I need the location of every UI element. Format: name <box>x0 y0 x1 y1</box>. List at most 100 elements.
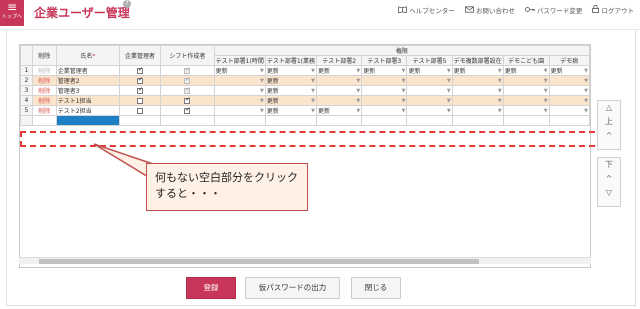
permission-select[interactable]: ▼ <box>406 95 453 106</box>
company-admin-checkbox[interactable] <box>137 67 143 74</box>
permission-select[interactable]: ▼ <box>316 85 363 96</box>
company-admin-checkbox[interactable] <box>137 87 143 94</box>
company-admin-checkbox[interactable] <box>137 97 144 104</box>
permission-select[interactable]: 更新 ▼ <box>264 95 318 106</box>
permission-dropdown[interactable]: 更新 ▼ <box>216 67 264 75</box>
permission-dropdown[interactable]: ▼ <box>216 78 264 84</box>
company-admin-checkbox[interactable] <box>137 77 143 84</box>
permission-select[interactable]: ▼ <box>502 105 550 116</box>
permission-select[interactable]: ▼ <box>451 75 504 86</box>
permission-dropdown[interactable]: ▼ <box>408 108 451 114</box>
permission-select[interactable]: ▼ <box>361 85 408 96</box>
delete-link[interactable]: 削除 <box>31 95 57 106</box>
company-admin-cell[interactable] <box>118 65 162 76</box>
permission-dropdown[interactable]: 更新 ▼ <box>318 107 360 115</box>
permission-dropdown[interactable]: 更新 ▼ <box>267 97 315 105</box>
permission-select[interactable]: ▼ <box>406 85 453 96</box>
permission-select[interactable]: ▼ <box>502 85 550 96</box>
permission-select[interactable]: ▼ <box>213 85 266 96</box>
name-cell[interactable]: 管理者3 <box>55 85 120 96</box>
permission-dropdown[interactable]: ▼ <box>318 78 360 84</box>
new-row[interactable] <box>20 115 590 126</box>
scroll-up-button[interactable]: △ 上 ^ <box>597 100 621 150</box>
permission-select[interactable]: ▼ <box>451 95 504 106</box>
permission-dropdown[interactable]: 更新 ▼ <box>363 67 405 75</box>
change-password-link[interactable]: パスワード変更 <box>524 5 582 15</box>
permission-dropdown[interactable]: ▼ <box>454 98 502 104</box>
permission-select[interactable]: ▼ <box>502 75 550 86</box>
name-cell[interactable]: テスト2担当 <box>55 105 120 116</box>
table-row[interactable]: 1削除企業管理者更新▼更新▼更新▼更新▼更新▼更新▼更新▼更新▼ <box>20 65 590 76</box>
table-row[interactable]: 2削除管理者2▼更新▼▼▼▼▼▼▼ <box>20 75 590 86</box>
permission-select[interactable]: 更新 ▼ <box>264 75 318 86</box>
permission-select[interactable]: 更新 ▼ <box>361 65 408 76</box>
permission-dropdown[interactable]: 更新 ▼ <box>551 67 588 75</box>
permission-dropdown[interactable]: ▼ <box>551 88 588 94</box>
scroll-down-button[interactable]: 下 ^ ▽ <box>597 157 621 207</box>
permission-dropdown[interactable]: ▼ <box>363 108 406 114</box>
permission-dropdown[interactable]: ▼ <box>318 88 360 94</box>
permission-dropdown[interactable]: ▼ <box>505 108 548 114</box>
permission-select[interactable]: ▼ <box>361 95 408 106</box>
new-name-cell[interactable] <box>55 115 120 126</box>
table-row[interactable]: 3削除管理者3▼更新▼▼▼▼▼▼▼ <box>20 85 590 96</box>
help-icon[interactable]: ? <box>123 0 131 8</box>
register-button[interactable]: 登録 <box>186 277 236 299</box>
new-dept-cell[interactable] <box>264 115 318 126</box>
shift-creator-cell[interactable] <box>160 105 215 116</box>
permission-select[interactable]: 更新 ▼ <box>502 65 550 76</box>
permission-dropdown[interactable]: ▼ <box>216 98 264 104</box>
permission-dropdown[interactable]: ▼ <box>216 88 264 94</box>
horizontal-scrollbar[interactable] <box>19 257 591 264</box>
permission-dropdown[interactable]: 更新 ▼ <box>318 67 360 75</box>
permission-select[interactable]: ▼ <box>213 75 266 86</box>
delete-link[interactable]: 削除 <box>31 75 57 86</box>
permission-select[interactable]: ▼ <box>406 75 453 86</box>
permission-dropdown[interactable]: ▼ <box>551 98 588 104</box>
company-admin-cell[interactable] <box>118 85 162 96</box>
permission-dropdown[interactable]: ▼ <box>363 78 406 84</box>
shift-creator-checkbox[interactable] <box>184 97 190 104</box>
permission-dropdown[interactable]: ▼ <box>551 78 588 84</box>
table-row[interactable]: 4削除テスト1担当▼更新▼▼▼▼▼▼▼ <box>20 95 590 106</box>
permission-select[interactable]: 更新 ▼ <box>264 85 318 96</box>
permission-select[interactable]: ▼ <box>451 105 504 116</box>
permission-dropdown[interactable]: 更新 ▼ <box>267 77 315 85</box>
permission-dropdown[interactable]: 更新 ▼ <box>267 67 315 75</box>
user-grid[interactable]: 削除 氏名* 企業管理者 シフト作成者 権限 テスト部署1(時間 テスト部署1(… <box>19 44 591 268</box>
company-admin-cell[interactable] <box>118 105 162 116</box>
permission-select[interactable]: ▼ <box>502 95 550 106</box>
name-cell[interactable]: テスト1担当 <box>55 95 120 106</box>
permission-select[interactable]: 更新 ▼ <box>316 65 363 76</box>
permission-select[interactable]: 更新 ▼ <box>213 65 266 76</box>
permission-select[interactable]: ▼ <box>361 75 408 86</box>
new-dept-cell[interactable] <box>316 115 363 126</box>
permission-dropdown[interactable]: ▼ <box>551 108 588 114</box>
permission-dropdown[interactable]: ▼ <box>505 78 548 84</box>
permission-dropdown[interactable]: ▼ <box>363 88 406 94</box>
company-admin-cell[interactable] <box>118 95 162 106</box>
close-button[interactable]: 閉じる <box>351 277 401 299</box>
permission-dropdown[interactable]: 更新 ▼ <box>454 67 502 75</box>
permission-dropdown[interactable]: ▼ <box>505 98 548 104</box>
logout-link[interactable]: ログアウト <box>592 4 634 15</box>
permission-dropdown[interactable]: 更新 ▼ <box>267 107 315 115</box>
permission-dropdown[interactable]: 更新 ▼ <box>505 67 548 75</box>
shift-creator-cell[interactable] <box>160 95 215 106</box>
permission-select[interactable]: ▼ <box>451 85 504 96</box>
new-dept-cell[interactable] <box>213 115 266 126</box>
permission-select[interactable]: 更新 ▼ <box>316 105 363 116</box>
help-center-link[interactable]: ヘルプセンター <box>398 5 455 15</box>
scrollbar-thumb[interactable] <box>39 259 479 264</box>
permission-dropdown[interactable]: ▼ <box>408 98 451 104</box>
company-admin-checkbox[interactable] <box>137 107 144 114</box>
permission-select[interactable]: ▼ <box>361 105 408 116</box>
permission-select[interactable]: ▼ <box>213 105 266 116</box>
menu-button[interactable]: ≡ トップへ <box>0 0 24 26</box>
name-cell[interactable]: 管理者2 <box>55 75 120 86</box>
permission-select[interactable]: 更新 ▼ <box>548 65 590 76</box>
permission-select[interactable]: 更新 ▼ <box>264 65 318 76</box>
name-cell[interactable]: 企業管理者 <box>55 65 120 76</box>
permission-select[interactable]: ▼ <box>213 95 266 106</box>
permission-select[interactable]: ▼ <box>548 75 590 86</box>
